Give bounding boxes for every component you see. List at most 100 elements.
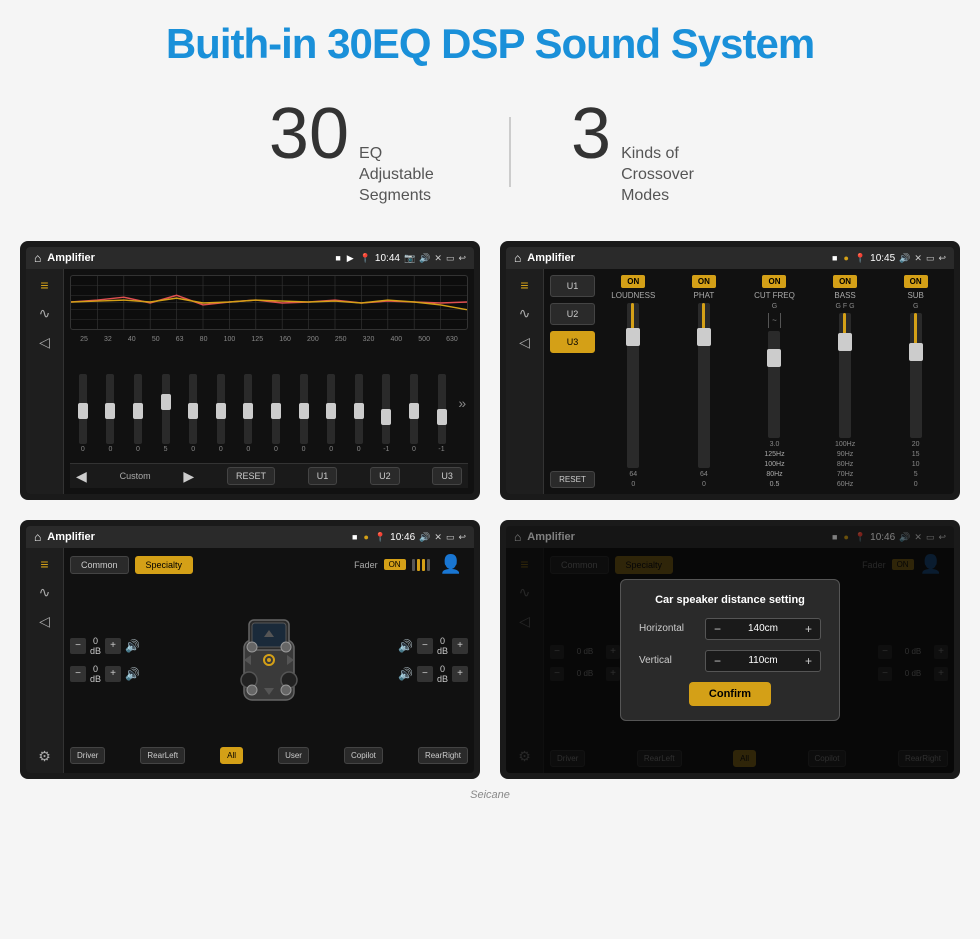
balance-icon-active[interactable]: ≡	[40, 556, 48, 572]
loudness-toggle[interactable]: ON	[621, 275, 645, 288]
rearLeft-button[interactable]: RearLeft	[140, 747, 185, 764]
eq-thumb-6[interactable]	[243, 403, 253, 419]
preset-u2[interactable]: U2	[550, 303, 595, 325]
eq-thumb-8[interactable]	[299, 403, 309, 419]
eq-thumb-2[interactable]	[133, 403, 143, 419]
eq-thumb-9[interactable]	[326, 403, 336, 419]
close-icon-2[interactable]: ✕	[914, 253, 922, 264]
vertical-input[interactable]: − 110cm +	[705, 650, 821, 672]
all-button[interactable]: All	[220, 747, 243, 764]
preset-u3[interactable]: U3	[550, 331, 595, 353]
eq-main: 25 32 40 50 63 80 100 125 160 200 250 32…	[64, 269, 474, 494]
vol-minus-fl[interactable]: −	[70, 638, 86, 654]
custom-label: Custom	[120, 471, 151, 481]
sub-thumb[interactable]	[909, 343, 923, 361]
eq-thumb-1[interactable]	[105, 403, 115, 419]
eq-thumb-7[interactable]	[271, 403, 281, 419]
confirm-button[interactable]: Confirm	[689, 682, 771, 706]
balance-bottom: Driver RearLeft All User Copilot RearRig…	[70, 744, 468, 767]
u2-button[interactable]: U2	[370, 467, 400, 485]
preset-u1[interactable]: U1	[550, 275, 595, 297]
crossover-main: U1 U2 U3 RESET ON LOUDNESS	[544, 269, 954, 494]
vol-minus-fr[interactable]: −	[417, 638, 433, 654]
copilot-button[interactable]: Copilot	[344, 747, 383, 764]
bass-thumb[interactable]	[838, 333, 852, 351]
cutfreq-thumb[interactable]	[767, 349, 781, 367]
user-button[interactable]: User	[278, 747, 309, 764]
rearRight-button[interactable]: RearRight	[418, 747, 468, 764]
eq-thumb-0[interactable]	[78, 403, 88, 419]
home-icon-1[interactable]: ⌂	[34, 251, 41, 265]
status-bar-1: ⌂ Amplifier ■ ▶ 📍 10:44 📷 🔊 ✕ ▭ ↩	[26, 247, 474, 269]
horizontal-plus[interactable]: +	[803, 622, 814, 636]
eq-thumb-5[interactable]	[216, 403, 226, 419]
watermark: Seicane	[470, 789, 510, 801]
eq-thumb-10[interactable]	[354, 403, 364, 419]
sub-toggle[interactable]: ON	[904, 275, 928, 288]
fader-toggle[interactable]: ON	[384, 559, 406, 570]
u3-button[interactable]: U3	[432, 467, 462, 485]
eq-thumb-12[interactable]	[409, 403, 419, 419]
driver-button[interactable]: Driver	[70, 747, 105, 764]
stat-crossover-label: Kinds ofCrossover Modes	[621, 144, 711, 206]
prev-icon[interactable]: ◀	[76, 468, 87, 485]
horizontal-minus[interactable]: −	[712, 622, 723, 636]
stat-crossover: 3 Kinds ofCrossover Modes	[511, 98, 771, 206]
vol-plus-rr[interactable]: +	[452, 666, 468, 682]
balance-icon-vol[interactable]: ◁	[39, 613, 50, 630]
eq-thumb-11[interactable]	[381, 409, 391, 425]
eq-slider-3: 5	[153, 374, 179, 453]
crossover-icon-vol[interactable]: ◁	[519, 334, 530, 351]
crossover-reset[interactable]: RESET	[550, 471, 595, 488]
common-tab[interactable]: Common	[70, 556, 129, 574]
back-icon-2[interactable]: ↩	[938, 253, 946, 264]
vertical-plus[interactable]: +	[803, 654, 814, 668]
arrows-icon[interactable]: »	[456, 393, 468, 413]
eq-thumb-13[interactable]	[437, 409, 447, 425]
vertical-value: 110cm	[727, 655, 799, 666]
vol-plus-rl[interactable]: +	[105, 666, 121, 682]
crossover-channels: ON LOUDNESS 64 0 ON PHAT	[601, 275, 948, 488]
page-title: Buith-in 30EQ DSP Sound System	[166, 20, 814, 68]
play-icon-1[interactable]: ▶	[347, 253, 354, 264]
record-icon-3: ■	[352, 532, 357, 542]
close-icon-1[interactable]: ✕	[434, 253, 442, 264]
eq-slider-13: -1	[429, 374, 455, 453]
crossover-icon-wave[interactable]: ∿	[519, 305, 531, 322]
reset-button[interactable]: RESET	[227, 467, 275, 485]
phat-thumb[interactable]	[697, 328, 711, 346]
vol-plus-fr[interactable]: +	[452, 638, 468, 654]
loudness-thumb[interactable]	[626, 328, 640, 346]
eq-thumb-4[interactable]	[188, 403, 198, 419]
eq-slider-4: 0	[180, 374, 206, 453]
eq-icon-vol[interactable]: ◁	[39, 334, 50, 351]
cutfreq-toggle[interactable]: ON	[762, 275, 786, 288]
vol-minus-rl[interactable]: −	[70, 666, 86, 682]
home-icon-3[interactable]: ⌂	[34, 530, 41, 544]
balance-icon-bluetooth[interactable]: ⚙	[38, 748, 51, 765]
u1-button[interactable]: U1	[308, 467, 338, 485]
balance-icon-wave[interactable]: ∿	[39, 584, 51, 601]
fader-label: Fader	[354, 560, 378, 570]
specialty-tab[interactable]: Specialty	[135, 556, 194, 574]
eq-slider-9: 0	[318, 374, 344, 453]
eq-labels: 25 32 40 50 63 80 100 125 160 200 250 32…	[70, 336, 468, 343]
eq-icon-wave[interactable]: ∿	[39, 305, 51, 322]
vol-plus-fl[interactable]: +	[105, 638, 121, 654]
back-icon-1[interactable]: ↩	[458, 253, 466, 264]
crossover-icon-active[interactable]: ≡	[520, 277, 528, 293]
close-icon-3[interactable]: ✕	[434, 532, 442, 543]
balance-left-controls: − 0 dB + 🔊 − 0 dB + 🔊	[70, 579, 140, 740]
vol-minus-rr[interactable]: −	[417, 666, 433, 682]
bass-toggle[interactable]: ON	[833, 275, 857, 288]
eq-icon-active[interactable]: ≡	[40, 277, 48, 293]
back-icon-3[interactable]: ↩	[458, 532, 466, 543]
channel-cutfreq: ON CUT FREQ G ~ 3.0	[742, 275, 807, 488]
status-bar-2: ⌂ Amplifier ■ ● 📍 10:45 🔊 ✕ ▭ ↩	[506, 247, 954, 269]
phat-toggle[interactable]: ON	[692, 275, 716, 288]
vertical-minus[interactable]: −	[712, 654, 723, 668]
horizontal-input[interactable]: − 140cm +	[705, 618, 821, 640]
eq-thumb-3[interactable]	[161, 394, 171, 410]
home-icon-2[interactable]: ⌂	[514, 251, 521, 265]
next-icon[interactable]: ▶	[183, 468, 194, 485]
